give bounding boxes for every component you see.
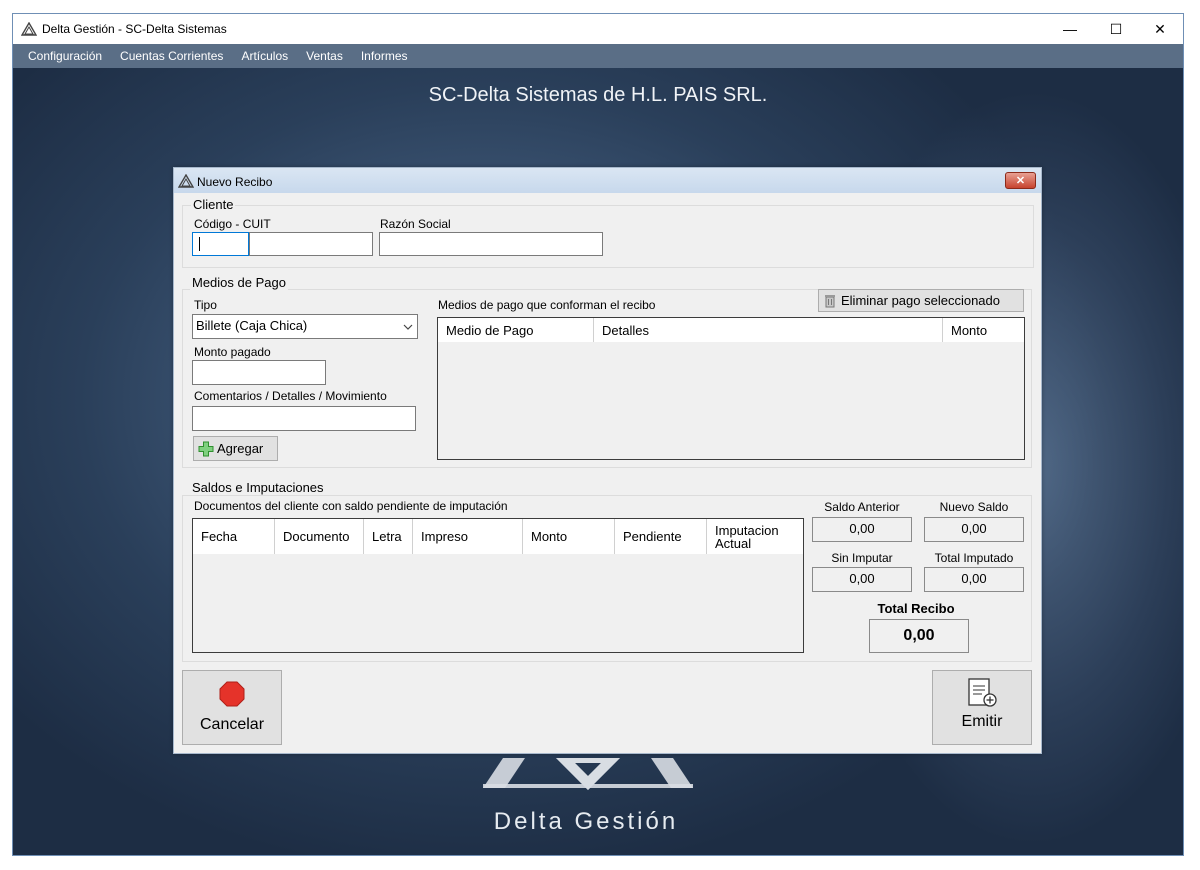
grid-header: Fecha Documento Letra Impreso Monto Pend…	[193, 519, 803, 554]
close-icon: ✕	[1154, 20, 1166, 37]
saldo-anterior-value: 0,00	[812, 517, 912, 542]
column-header[interactable]: Documento	[275, 519, 364, 554]
razon-social-input[interactable]	[379, 232, 603, 256]
column-header[interactable]: Fecha	[193, 519, 275, 554]
column-header[interactable]: Letra	[364, 519, 413, 554]
delta-logo-icon	[21, 22, 37, 36]
comentarios-label: Comentarios / Detalles / Movimiento	[194, 389, 387, 403]
total-recibo-label: Total Recibo	[877, 601, 955, 616]
medios-pago-grid[interactable]: Medio de Pago Detalles Monto	[437, 317, 1025, 460]
minimize-button[interactable]: —	[1047, 14, 1093, 44]
column-header[interactable]: Monto	[523, 519, 615, 554]
column-header[interactable]: Medio de Pago	[438, 318, 594, 342]
comentarios-input[interactable]	[192, 406, 416, 431]
dialog-title: Nuevo Recibo	[197, 175, 273, 189]
menu-cuentas-corrientes[interactable]: Cuentas Corrientes	[111, 44, 232, 68]
monto-pagado-input[interactable]	[192, 360, 326, 385]
maximize-button[interactable]: ☐	[1093, 14, 1139, 44]
eliminar-pago-button[interactable]: Eliminar pago seleccionado	[818, 289, 1024, 312]
saldos-group-label: Saldos e Imputaciones	[190, 480, 326, 495]
medios-pago-group-label: Medios de Pago	[190, 275, 288, 290]
column-header[interactable]: Monto	[943, 318, 1024, 342]
logo-text: Delta Gestión	[493, 808, 679, 835]
document-add-icon	[968, 678, 997, 707]
menu-informes[interactable]: Informes	[352, 44, 417, 68]
company-title: SC-Delta Sistemas de H.L. PAIS SRL.	[428, 84, 768, 106]
menu-bar: Configuración Cuentas Corrientes Artícul…	[13, 44, 1183, 68]
cancelar-button[interactable]: Cancelar	[182, 670, 282, 745]
sin-imputar-label: Sin Imputar	[831, 551, 893, 565]
cuit-input[interactable]	[249, 232, 373, 256]
tipo-select[interactable]: Billete (Caja Chica)	[192, 314, 418, 339]
plus-icon	[198, 441, 214, 456]
close-icon: ✕	[1015, 175, 1026, 187]
menu-articulos[interactable]: Artículos	[232, 44, 297, 68]
documentos-label: Documentos del cliente con saldo pendien…	[194, 499, 508, 513]
tipo-label: Tipo	[194, 298, 217, 312]
column-header[interactable]: Pendiente	[615, 519, 707, 554]
monto-pagado-label: Monto pagado	[194, 345, 271, 359]
minimize-icon: —	[1063, 21, 1077, 37]
grid-header: Medio de Pago Detalles Monto	[438, 318, 1024, 342]
documentos-grid[interactable]: Fecha Documento Letra Impreso Monto Pend…	[192, 518, 804, 653]
column-header[interactable]: Detalles	[594, 318, 943, 342]
column-header[interactable]: Impreso	[413, 519, 523, 554]
window-title: Delta Gestión - SC-Delta Sistemas	[42, 22, 227, 36]
stop-icon	[219, 681, 245, 707]
column-header[interactable]: Imputacion Actual	[707, 519, 803, 554]
saldo-anterior-label: Saldo Anterior	[824, 500, 900, 514]
trash-icon	[825, 294, 835, 307]
delta-logo-icon	[178, 174, 194, 188]
dialog-titlebar[interactable]: Nuevo Recibo ✕	[174, 168, 1041, 193]
dialog-close-button[interactable]: ✕	[1005, 172, 1036, 189]
total-imputado-value: 0,00	[924, 567, 1024, 592]
nuevo-saldo-value: 0,00	[924, 517, 1024, 542]
nuevo-recibo-dialog: Nuevo Recibo ✕ Cliente Código - CUIT Raz…	[173, 167, 1042, 754]
total-imputado-label: Total Imputado	[934, 551, 1014, 565]
text-caret	[199, 237, 200, 251]
close-button[interactable]: ✕	[1137, 14, 1183, 44]
window-titlebar[interactable]: Delta Gestión - SC-Delta Sistemas — ☐ ✕	[13, 14, 1183, 44]
nuevo-saldo-label: Nuevo Saldo	[939, 500, 1009, 514]
cliente-group-label: Cliente	[191, 197, 236, 212]
emitir-button[interactable]: Emitir	[932, 670, 1032, 745]
chevron-down-icon	[403, 324, 413, 330]
medios-lista-label: Medios de pago que conforman el recibo	[438, 298, 656, 312]
menu-ventas[interactable]: Ventas	[297, 44, 352, 68]
razon-social-label: Razón Social	[380, 217, 451, 231]
delta-watermark-logo	[483, 758, 693, 791]
agregar-button[interactable]: Agregar	[193, 436, 278, 461]
codigo-input[interactable]	[192, 232, 249, 256]
codigo-cuit-label: Código - CUIT	[194, 217, 271, 231]
total-recibo-value: 0,00	[869, 619, 969, 653]
emitir-label: Emitir	[961, 713, 1003, 730]
menu-configuracion[interactable]: Configuración	[19, 44, 111, 68]
cancelar-label: Cancelar	[199, 716, 265, 733]
maximize-icon: ☐	[1109, 20, 1123, 37]
sin-imputar-value: 0,00	[812, 567, 912, 592]
